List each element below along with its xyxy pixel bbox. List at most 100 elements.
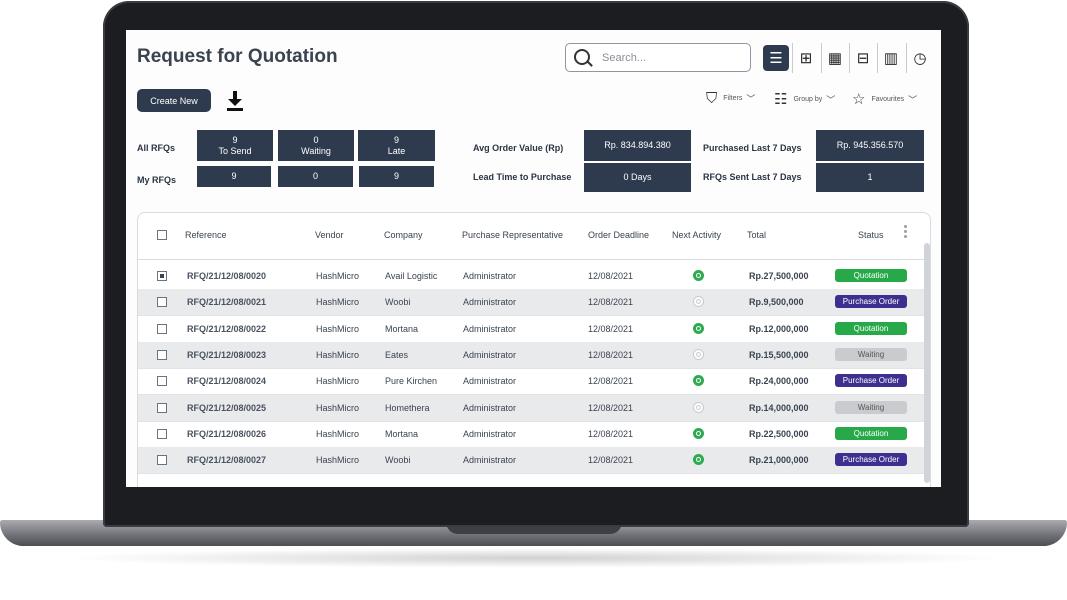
activity-clock-icon[interactable] bbox=[693, 454, 704, 465]
cell-vendor: HashMicro bbox=[316, 297, 360, 307]
row-checkbox[interactable] bbox=[157, 455, 167, 465]
table-row[interactable]: RFQ/21/12/08/0024 HashMicro Pure Kirchen Ad… bbox=[138, 368, 924, 395]
table-row[interactable]: RFQ/21/12/08/0021 HashMicro Woobi Administr… bbox=[138, 289, 924, 316]
cell-purchase-rep: Administrator bbox=[463, 376, 517, 386]
pivot-view-button[interactable]: ⊟ bbox=[850, 45, 876, 71]
col-order-deadline[interactable]: Order Deadline bbox=[588, 230, 649, 240]
col-vendor[interactable]: Vendor bbox=[315, 230, 344, 240]
cell-company: Eates bbox=[385, 350, 409, 360]
activity-view-button[interactable]: ◷ bbox=[907, 45, 933, 71]
cell-company: Woobi bbox=[385, 297, 411, 307]
app-screen: Request for Quotation Search... ☰ ⊞ ▦ ⊟ … bbox=[126, 30, 941, 487]
cell-company: Woobi bbox=[385, 455, 411, 465]
table-row[interactable]: RFQ/21/12/08/0022 HashMicro Mortana Adminis… bbox=[138, 316, 924, 343]
table-row[interactable]: RFQ/21/12/08/0023 HashMicro Eates Administr… bbox=[138, 342, 924, 369]
tile-count: 0 bbox=[313, 134, 319, 145]
all-waiting-tile[interactable]: 0 Waiting bbox=[278, 130, 354, 161]
search-box[interactable]: Search... bbox=[565, 43, 751, 72]
star-icon: ☆ bbox=[852, 91, 866, 108]
list-view-button[interactable]: ☰ bbox=[763, 45, 789, 71]
col-next-activity[interactable]: Next Activity bbox=[672, 230, 721, 240]
my-waiting-tile[interactable]: 0 bbox=[278, 166, 353, 187]
purchased-label: Purchased Last 7 Days bbox=[703, 143, 802, 153]
status-badge: Quotation bbox=[835, 269, 907, 282]
table-row[interactable]: RFQ/21/12/08/0027 HashMicro Woobi Administr… bbox=[138, 447, 924, 474]
cell-reference[interactable]: RFQ/21/12/08/0024 bbox=[187, 376, 266, 386]
my-to-send-tile[interactable]: 9 bbox=[197, 166, 271, 187]
cell-company: Homethera bbox=[385, 403, 430, 413]
favourites-dropdown[interactable]: ☆ Favourites ﹀ bbox=[852, 90, 917, 108]
tile-label: Late bbox=[387, 145, 406, 156]
cell-reference[interactable]: RFQ/21/12/08/0027 bbox=[187, 455, 266, 465]
calendar-view-button[interactable]: ▦ bbox=[822, 45, 848, 71]
col-total[interactable]: Total bbox=[747, 230, 766, 240]
cell-reference[interactable]: RFQ/21/12/08/0022 bbox=[187, 324, 266, 334]
row-checkbox[interactable] bbox=[157, 403, 167, 413]
activity-clock-icon[interactable] bbox=[693, 323, 704, 334]
row-checkbox[interactable] bbox=[157, 324, 167, 334]
favourites-label: Favourites bbox=[871, 95, 905, 103]
activity-clock-icon[interactable] bbox=[693, 428, 704, 439]
status-badge: Quotation bbox=[835, 322, 907, 335]
cell-reference[interactable]: RFQ/21/12/08/0025 bbox=[187, 403, 266, 413]
cell-vendor: HashMicro bbox=[316, 324, 360, 334]
row-checkbox[interactable] bbox=[157, 376, 167, 386]
cell-reference[interactable]: RFQ/21/12/08/0020 bbox=[187, 271, 266, 281]
tile-value: 1 bbox=[867, 172, 873, 182]
search-input[interactable]: Search... bbox=[602, 52, 646, 64]
row-checkbox[interactable] bbox=[157, 271, 167, 281]
groupby-label: Group by bbox=[793, 95, 823, 103]
cell-reference[interactable]: RFQ/21/12/08/0021 bbox=[187, 297, 266, 307]
cell-purchase-rep: Administrator bbox=[463, 455, 517, 465]
select-all-checkbox[interactable] bbox=[157, 230, 167, 240]
col-reference[interactable]: Reference bbox=[185, 230, 227, 240]
column-options-icon[interactable] bbox=[904, 225, 907, 240]
all-to-send-tile[interactable]: 9 To Send bbox=[197, 130, 273, 161]
graph-view-button[interactable]: ▥ bbox=[878, 45, 904, 71]
status-badge: Purchase Order bbox=[835, 374, 907, 387]
tile-value: 0 Days bbox=[623, 172, 652, 182]
tile-count: 0 bbox=[312, 171, 318, 181]
filters-dropdown[interactable]: ⛉ Filters ﹀ bbox=[706, 90, 755, 107]
all-late-tile[interactable]: 9 Late bbox=[358, 130, 435, 161]
tile-count: 9 bbox=[393, 134, 399, 145]
table-row[interactable]: RFQ/21/12/08/0020 HashMicro Avail Logistic… bbox=[138, 263, 924, 290]
status-badge: Waiting bbox=[835, 348, 907, 361]
table-row[interactable]: RFQ/21/12/08/0025 HashMicro Homethera Admin… bbox=[138, 395, 924, 422]
download-button[interactable] bbox=[226, 90, 244, 112]
cell-vendor: HashMicro bbox=[316, 455, 360, 465]
cell-purchase-rep: Administrator bbox=[463, 271, 517, 281]
cell-total: Rp.14,000,000 bbox=[749, 403, 809, 413]
activity-clock-icon[interactable] bbox=[693, 296, 704, 307]
cell-vendor: HashMicro bbox=[316, 350, 360, 360]
filter-icon: ⛉ bbox=[706, 90, 718, 107]
groupby-dropdown[interactable]: ☷ Group by ﹀ bbox=[774, 90, 835, 108]
tile-count: 9 bbox=[393, 171, 399, 181]
activity-icon: ◷ bbox=[913, 50, 927, 67]
activity-clock-icon[interactable] bbox=[693, 270, 704, 281]
col-company[interactable]: Company bbox=[384, 230, 423, 240]
cell-total: Rp.27,500,000 bbox=[749, 271, 809, 281]
row-checkbox[interactable] bbox=[157, 350, 167, 360]
create-new-button[interactable]: Create New bbox=[137, 89, 211, 112]
kanban-view-button[interactable]: ⊞ bbox=[793, 45, 819, 71]
my-late-tile[interactable]: 9 bbox=[359, 166, 434, 187]
cell-order-deadline: 12/08/2021 bbox=[588, 271, 634, 281]
table-scrollbar[interactable] bbox=[924, 243, 930, 483]
cell-reference[interactable]: RFQ/21/12/08/0026 bbox=[187, 429, 266, 439]
table-row[interactable]: RFQ/21/12/08/0026 HashMicro Mortana Adminis… bbox=[138, 421, 924, 448]
graph-icon: ▥ bbox=[883, 50, 899, 67]
activity-clock-icon[interactable] bbox=[693, 402, 704, 413]
col-purchase-rep[interactable]: Purchase Representative bbox=[462, 230, 563, 240]
activity-clock-icon[interactable] bbox=[693, 349, 704, 360]
avg-order-label: Avg Order Value (Rp) bbox=[473, 143, 564, 153]
col-status[interactable]: Status bbox=[858, 230, 884, 240]
cell-reference[interactable]: RFQ/21/12/08/0023 bbox=[187, 350, 266, 360]
page-title: Request for Quotation bbox=[137, 46, 338, 67]
pivot-icon: ⊟ bbox=[856, 50, 870, 67]
row-checkbox[interactable] bbox=[157, 297, 167, 307]
cell-purchase-rep: Administrator bbox=[463, 324, 517, 334]
activity-clock-icon[interactable] bbox=[693, 375, 704, 386]
row-checkbox[interactable] bbox=[157, 429, 167, 439]
cell-company: Pure Kirchen bbox=[385, 376, 438, 386]
